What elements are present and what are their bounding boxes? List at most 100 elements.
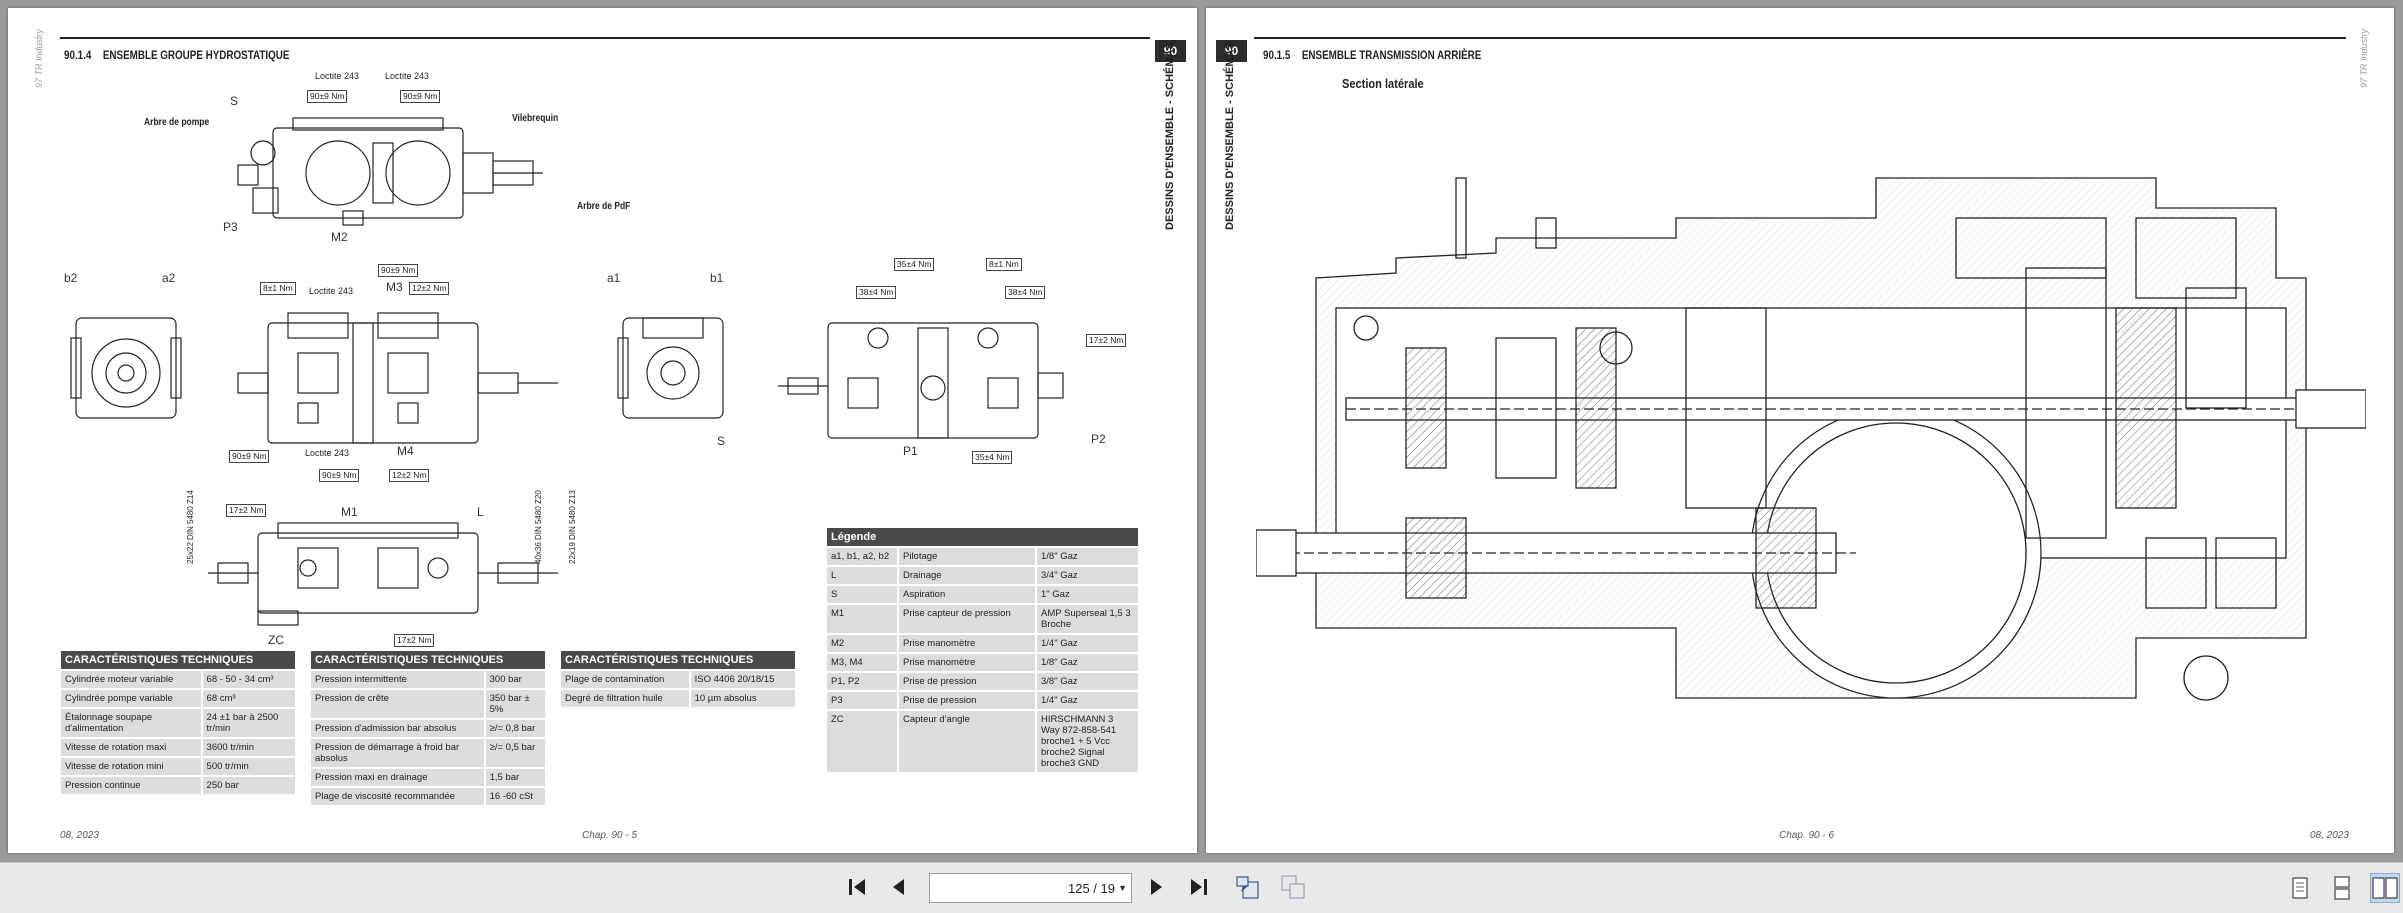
callout-arbre-pompe: Arbre de pompe (144, 117, 210, 128)
legend-code: L (827, 565, 898, 585)
callout-vilebrequin: Vilebrequin (512, 113, 559, 124)
spec-label: Plage de contamination (561, 669, 690, 689)
table-row: P3 Prise de pression 1/4" Gaz (827, 690, 1138, 710)
legend-desc: Prise manomètre (897, 652, 1036, 672)
callout-port: S (717, 434, 726, 448)
callout-loctite: Loctite 243 (315, 71, 360, 81)
table-row: S Aspiration 1" Gaz (827, 584, 1138, 604)
tech-specs-table-2: CARACTÉRISTIQUES TECHNIQUES Pression int… (311, 651, 545, 805)
chevron-down-icon[interactable]: ▼ (1118, 883, 1127, 893)
continuous-page-icon[interactable] (2327, 873, 2357, 903)
spec-value: 10 µm absolus (688, 688, 795, 707)
table-row: Pression maxi en drainage 1,5 bar (311, 767, 545, 787)
legend-desc: Prise manomètre (897, 633, 1036, 653)
callout-torque: 17±2 Nm (1086, 334, 1127, 347)
legend-code: ZC (827, 709, 898, 772)
legend-code: S (827, 584, 898, 604)
callout-port: P1 (903, 444, 918, 458)
side-label: DESSINS D'ENSEMBLE - SCHÉMAS (1224, 42, 1236, 230)
table-row: Pression intermittente 300 bar (311, 669, 545, 689)
legend-spec: 1/4" Gaz (1035, 633, 1138, 653)
legend-spec: 1/8" Gaz (1035, 546, 1138, 566)
spec-label: Pression d'admission bar absolus (311, 718, 485, 738)
go-forward-icon[interactable] (1278, 872, 1308, 902)
callout-torque: 38±4 Nm (856, 286, 897, 299)
go-back-icon[interactable] (1232, 872, 1262, 902)
viewer-toolbar: 125 / 19 ▼ (0, 862, 2403, 913)
table-row: Degré de filtration huile 10 µm absolus (561, 688, 795, 707)
callout-port: P2 (1091, 432, 1106, 446)
callout-port: b2 (64, 271, 78, 285)
spec-label: Étalonnage soupape d'alimentation (61, 707, 202, 738)
footer-date: 08, 2023 (60, 830, 99, 841)
spec-value: 68 - 50 - 34 cm³ (200, 669, 295, 689)
header-rule (60, 37, 1150, 39)
callout-port: M2 (331, 230, 348, 244)
spec-value: 1,5 bar (483, 767, 545, 787)
section-title: ENSEMBLE TRANSMISSION ARRIÈRE (1301, 48, 1482, 62)
legend-desc: Prise de pression (897, 671, 1036, 691)
rear-transmission-section-drawing (1256, 177, 2366, 701)
table-row: Pression de crête 350 bar ± 5% (311, 688, 545, 719)
spec-label: Cylindrée moteur variable (61, 669, 202, 689)
callout-torque: 17±2 Nm (226, 504, 267, 517)
legend-spec: HIRSCHMANN 3 Way 872-858-541 broche1 + 5… (1035, 709, 1138, 772)
single-page-icon[interactable] (2285, 873, 2315, 903)
table-row: Cylindrée pompe variable 68 cm³ (61, 688, 295, 708)
spec-label: Vitesse de rotation maxi (61, 737, 202, 757)
section-title: ENSEMBLE GROUPE HYDROSTATIQUE (102, 48, 290, 62)
callout-port: P3 (223, 220, 238, 234)
spec-label: Pression continue (61, 775, 202, 794)
callout-torque: 90±9 Nm (229, 450, 270, 463)
spec-value: 16 -60 cSt (483, 786, 545, 805)
edition-label: 97 TR Industry (2359, 28, 2369, 88)
legend-desc: Aspiration (897, 584, 1036, 604)
pump-right-end-view (617, 317, 724, 419)
spec-value: 68 cm³ (200, 688, 295, 708)
callout-port: a1 (607, 271, 621, 285)
table-row: Pression de démarrage à froid bar absolu… (311, 737, 545, 768)
section-number: 90.1.5 (1263, 48, 1291, 62)
legend-code: M1 (827, 603, 898, 634)
two-page-icon[interactable] (2370, 873, 2400, 903)
table-header: CARACTÉRISTIQUES TECHNIQUES (561, 651, 795, 670)
legend-code: M2 (827, 633, 898, 653)
legend-code: P1, P2 (827, 671, 898, 691)
legend-spec: AMP Superseal 1,5 3 Broche (1035, 603, 1138, 634)
spec-value: ≥/= 0,5 bar (483, 737, 545, 768)
table-row: Pression d'admission bar absolus ≥/= 0,8 … (311, 718, 545, 738)
page-number-input[interactable]: 125 / 19 ▼ (929, 873, 1132, 903)
legend-desc: Drainage (897, 565, 1036, 585)
spec-label: Vitesse de rotation mini (61, 756, 202, 776)
spec-value: 350 bar ± 5% (483, 688, 545, 719)
pump-left-end-view (70, 317, 182, 419)
callout-port: M4 (397, 444, 414, 458)
table-row: Pression continue 250 bar (61, 775, 295, 794)
callout-port: ZC (268, 633, 284, 647)
legend-code: a1, b1, a2, b2 (827, 546, 898, 566)
last-page-icon[interactable] (1184, 872, 1214, 902)
callout-port: M1 (341, 505, 358, 519)
callout-loctite: Loctite 243 (309, 286, 354, 296)
callout-port: b1 (710, 271, 724, 285)
table-header: CARACTÉRISTIQUES TECHNIQUES (61, 651, 295, 670)
legend-desc: Capteur d'angle (897, 709, 1036, 772)
drawing-subheading: Section latérale (1342, 76, 1424, 91)
callout-port: L (477, 505, 484, 519)
legend-spec: 1/8" Gaz (1035, 652, 1138, 672)
first-page-icon[interactable] (842, 872, 872, 902)
document-viewport[interactable]: 90.1.4 ENSEMBLE GROUPE HYDROSTATIQUE 90 D… (0, 0, 2403, 862)
section-heading: 90.1.4 ENSEMBLE GROUPE HYDROSTATIQUE (64, 48, 289, 62)
table-row: a1, b1, a2, b2 Pilotage 1/8" Gaz (827, 546, 1138, 566)
previous-page-icon[interactable] (884, 872, 914, 902)
section-heading: 90.1.5 ENSEMBLE TRANSMISSION ARRIÈRE (1263, 48, 1481, 62)
pump-side-view (208, 522, 558, 626)
callout-spline-spec: 25x22 DIN 5480 Z14 (186, 490, 195, 564)
next-page-icon[interactable] (1141, 872, 1171, 902)
legend-spec: 3/4" Gaz (1035, 565, 1138, 585)
table-header: CARACTÉRISTIQUES TECHNIQUES (311, 651, 545, 670)
callout-torque: 90±9 Nm (319, 469, 360, 482)
table-row: M2 Prise manomètre 1/4" Gaz (827, 633, 1138, 653)
callout-loctite: Loctite 243 (385, 71, 430, 81)
legend-code: P3 (827, 690, 898, 710)
